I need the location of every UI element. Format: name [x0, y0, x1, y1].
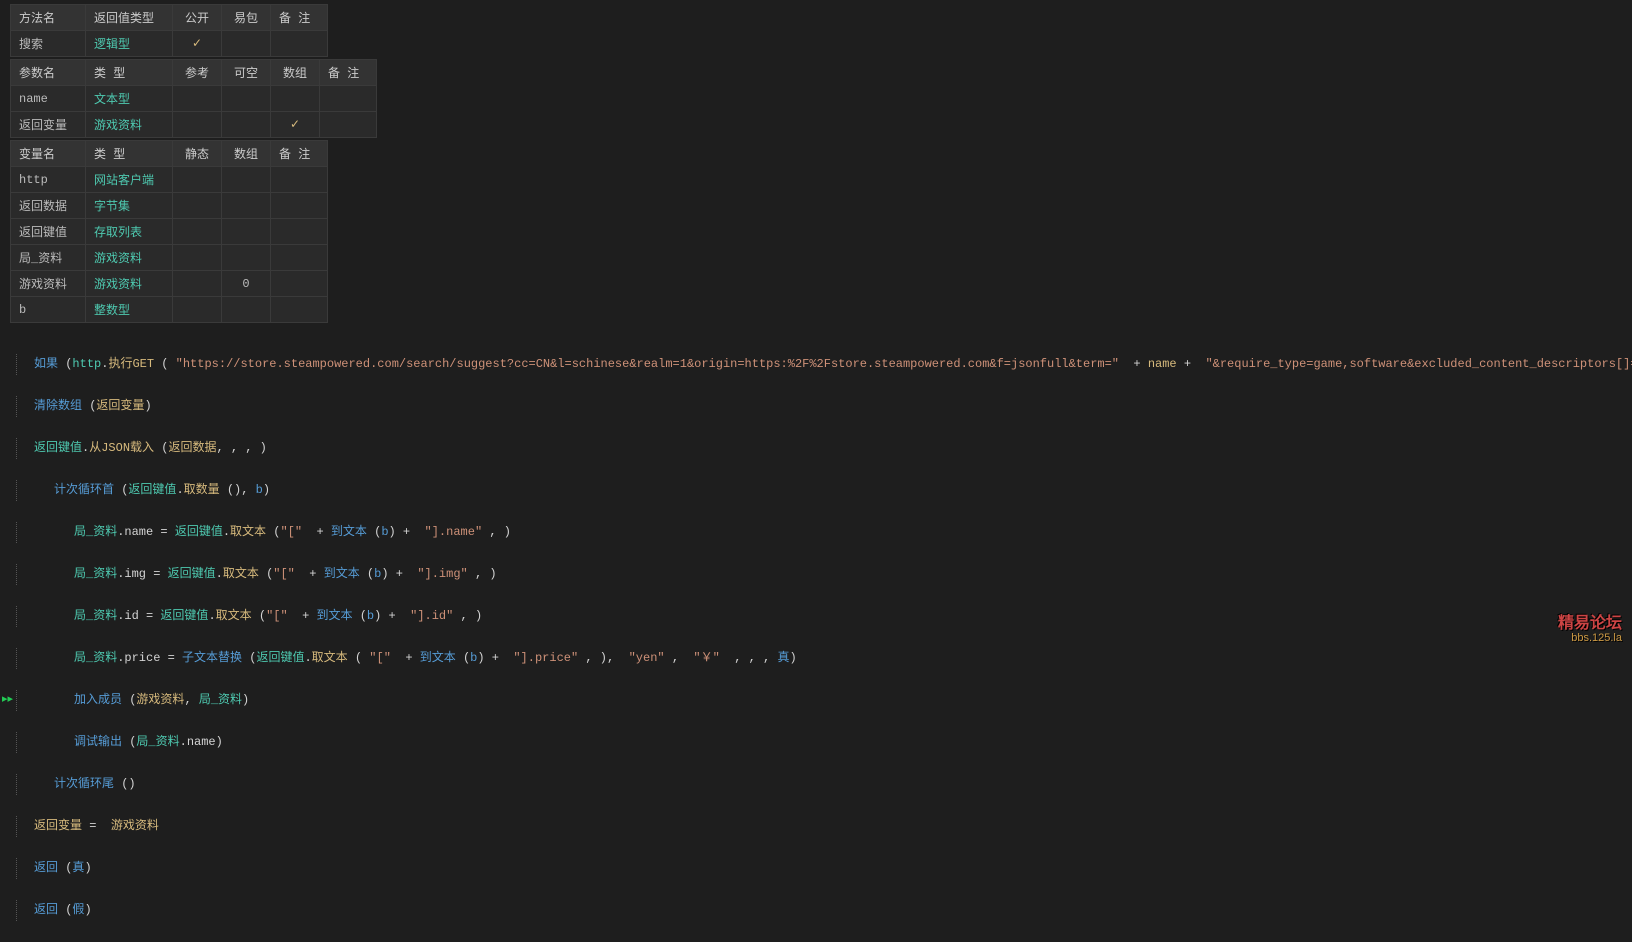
var-type[interactable]: 网站客户端: [86, 167, 173, 193]
code-line: 清除数组 (返回变量): [16, 396, 1632, 417]
check-icon: ✓: [271, 112, 320, 138]
code-line: 返回变量 = 游戏资料: [16, 816, 1632, 837]
cell: [271, 167, 328, 193]
method-type[interactable]: 逻辑型: [86, 31, 173, 57]
watermark-title: 精易论坛: [1558, 617, 1622, 631]
cell: [222, 112, 271, 138]
var-name: 返回键值: [11, 219, 86, 245]
watermark: 精易论坛 bbs.125.la: [1558, 617, 1622, 645]
table-row[interactable]: 返回变量 游戏资料 ✓: [11, 112, 377, 138]
cell: [173, 245, 222, 271]
param-name: name: [11, 86, 86, 112]
retvar-type[interactable]: 游戏资料: [86, 112, 173, 138]
code-line: 返回 (假): [16, 900, 1632, 921]
table-row[interactable]: 局_资料游戏资料: [11, 245, 328, 271]
table-row[interactable]: 游戏资料游戏资料 0: [11, 271, 328, 297]
table-row[interactable]: http网站客户端: [11, 167, 328, 193]
cell: [271, 86, 320, 112]
check-icon: ✓: [173, 31, 222, 57]
var-name: 返回数据: [11, 193, 86, 219]
table-row[interactable]: b整数型: [11, 297, 328, 323]
var-type[interactable]: 存取列表: [86, 219, 173, 245]
th: 备 注: [271, 5, 328, 31]
th: 数组: [271, 60, 320, 86]
var-name: 局_资料: [11, 245, 86, 271]
cell: [222, 245, 271, 271]
cell: [271, 193, 328, 219]
cell: [222, 193, 271, 219]
cell: [271, 219, 328, 245]
cell: [222, 219, 271, 245]
cell: [222, 31, 271, 57]
breakpoint-arrow-icon: ▸▸: [2, 690, 13, 711]
code-line: 如果 (http.执行GET ( "https://store.steampow…: [16, 354, 1632, 375]
cell: [320, 86, 377, 112]
th: 参考: [173, 60, 222, 86]
code-line: 局_资料.name = 返回键值.取文本 ("[" + 到文本 (b) + "]…: [16, 522, 1632, 543]
cell: 0: [222, 271, 271, 297]
th: 静态: [173, 141, 222, 167]
table-row[interactable]: 搜索 逻辑型 ✓: [11, 31, 328, 57]
var-type[interactable]: 整数型: [86, 297, 173, 323]
cell: [271, 271, 328, 297]
code-line: 局_资料.price = 子文本替换 (返回键值.取文本 ( "[" + 到文本…: [16, 648, 1632, 669]
cell: [271, 297, 328, 323]
code-line: 返回键值.从JSON载入 (返回数据, , , ): [16, 438, 1632, 459]
cell: [173, 167, 222, 193]
code-line: 局_资料.img = 返回键值.取文本 ("[" + 到文本 (b) + "].…: [16, 564, 1632, 585]
cell: [320, 112, 377, 138]
cell: [222, 167, 271, 193]
th: 备 注: [271, 141, 328, 167]
th: 易包: [222, 5, 271, 31]
var-type[interactable]: 字节集: [86, 193, 173, 219]
code-editor[interactable]: 如果 (http.执行GET ( "https://store.steampow…: [0, 325, 1632, 942]
table-row[interactable]: 返回键值存取列表: [11, 219, 328, 245]
th: 参数名: [11, 60, 86, 86]
cell: [173, 86, 222, 112]
var-type[interactable]: 游戏资料: [86, 271, 173, 297]
cell: [173, 297, 222, 323]
th: 备 注: [320, 60, 377, 86]
cell: [222, 297, 271, 323]
th: 类 型: [86, 141, 173, 167]
cell: [173, 219, 222, 245]
cell: [271, 31, 328, 57]
code-line: 调试输出 (局_资料.name): [16, 732, 1632, 753]
th: 可空: [222, 60, 271, 86]
th: 返回值类型: [86, 5, 173, 31]
th: 数组: [222, 141, 271, 167]
th: 变量名: [11, 141, 86, 167]
th: 方法名: [11, 5, 86, 31]
code-line: 局_资料.id = 返回键值.取文本 ("[" + 到文本 (b) + "].i…: [16, 606, 1632, 627]
locals-table: 变量名 类 型 静态 数组 备 注 http网站客户端返回数据字节集返回键值存取…: [10, 140, 328, 323]
cell: [271, 245, 328, 271]
th: 公开: [173, 5, 222, 31]
retvar-name: 返回变量: [11, 112, 86, 138]
code-line: 计次循环首 (返回键值.取数量 (), b): [16, 480, 1632, 501]
var-name: b: [11, 297, 86, 323]
param-table: 参数名 类 型 参考 可空 数组 备 注 name 文本型 返回变量 游戏资料 …: [10, 59, 377, 138]
code-line: 计次循环尾 (): [16, 774, 1632, 795]
table-row[interactable]: name 文本型: [11, 86, 377, 112]
method-table: 方法名 返回值类型 公开 易包 备 注 搜索 逻辑型 ✓: [10, 4, 328, 57]
watermark-url: bbs.125.la: [1558, 631, 1622, 645]
cell: [222, 86, 271, 112]
cell: [173, 193, 222, 219]
cell: [173, 271, 222, 297]
th: 类 型: [86, 60, 173, 86]
var-type[interactable]: 游戏资料: [86, 245, 173, 271]
var-name: http: [11, 167, 86, 193]
code-line: 返回 (真): [16, 858, 1632, 879]
var-name: 游戏资料: [11, 271, 86, 297]
code-line: ▸▸加入成员 (游戏资料, 局_资料): [16, 690, 1632, 711]
cell: [173, 112, 222, 138]
table-row[interactable]: 返回数据字节集: [11, 193, 328, 219]
param-type[interactable]: 文本型: [86, 86, 173, 112]
method-name: 搜索: [11, 31, 86, 57]
